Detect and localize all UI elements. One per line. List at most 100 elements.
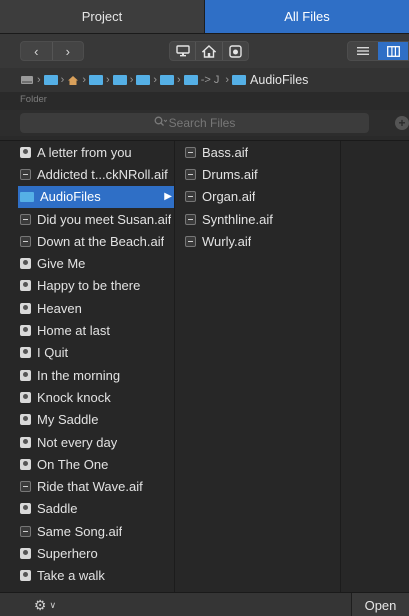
file-row[interactable]: Organ.aif [175, 186, 340, 208]
search-input[interactable]: Search Files [20, 113, 369, 133]
tab-bar: Project All Files [0, 0, 409, 34]
chevron-left-icon: ‹ [34, 43, 39, 59]
file-name-label: On The One [37, 456, 109, 472]
folder-icon [20, 191, 34, 202]
toolbar: ‹ › [0, 34, 409, 68]
search-icon [154, 116, 167, 130]
browser-column-1[interactable]: A letter from you Addicted t...ckNRoll.ai… [18, 141, 175, 593]
forward-button[interactable]: › [51, 42, 84, 60]
column-browser: A letter from you Addicted t...ckNRoll.ai… [0, 140, 409, 593]
project-file-icon [20, 547, 31, 559]
file-row[interactable]: Addicted t...ckNRoll.aif [18, 163, 174, 185]
path-item-folder[interactable] [89, 75, 104, 85]
file-row[interactable]: Heaven [18, 297, 174, 319]
path-current-label: AudioFiles [250, 73, 309, 87]
path-separator-icon: › [225, 74, 230, 86]
file-name-label: Addicted t...ckNRoll.aif [37, 166, 168, 182]
path-item-folder[interactable] [136, 75, 151, 85]
file-row[interactable]: Down at the Beach.aif [18, 230, 174, 252]
file-row[interactable]: Saddle [18, 498, 174, 520]
path-item-disk[interactable] [20, 74, 34, 86]
file-name-label: Synthline.aif [202, 211, 273, 227]
path-item-current[interactable]: AudioFiles [232, 73, 308, 87]
audio-file-icon [20, 213, 31, 225]
folder-icon [89, 75, 104, 85]
file-row[interactable]: Not every day [18, 431, 174, 453]
browser-column-2[interactable]: Bass.aif Drums.aif Organ.aif Synthline.aif W… [175, 141, 341, 593]
path-item-folder[interactable] [43, 75, 58, 85]
file-row[interactable]: Did you meet Susan.aif [18, 208, 174, 230]
path-item-home[interactable] [67, 75, 79, 86]
project-file-icon [20, 503, 31, 515]
disclosure-arrow-icon: ▶ [164, 190, 172, 202]
audio-file-icon [20, 168, 31, 180]
file-name-label: AudioFiles [40, 189, 101, 205]
action-menu-button[interactable]: ⚙ ∨ [28, 596, 62, 614]
file-row[interactable]: Ride that Wave.aif [18, 475, 174, 497]
open-button[interactable]: Open [351, 593, 409, 616]
file-row[interactable]: A letter from you [18, 141, 174, 163]
audio-file-icon [20, 235, 31, 247]
file-row[interactable]: Bass.aif [175, 141, 340, 163]
file-row[interactable]: Wurly.aif [175, 230, 340, 252]
file-row[interactable]: Knock knock [18, 386, 174, 408]
disk-icon [21, 76, 33, 84]
file-row[interactable]: Take a walk [18, 565, 174, 587]
file-name-label: Ride that Wave.aif [37, 479, 143, 495]
computer-button[interactable] [170, 42, 195, 60]
project-file-icon [20, 302, 31, 314]
file-row[interactable]: Superhero [18, 542, 174, 564]
folder-icon [232, 75, 247, 85]
project-file-icon [20, 391, 31, 403]
file-row[interactable]: In the morning [18, 364, 174, 386]
browser-column-3[interactable] [341, 141, 409, 593]
search-row: Search Files + [0, 110, 409, 136]
file-name-label: Same Song.aif [37, 523, 123, 539]
file-row[interactable]: Home at last [18, 319, 174, 341]
file-name-label: In the morning [37, 367, 121, 383]
column-view-icon [386, 45, 400, 57]
folder-icon [183, 75, 198, 85]
path-item-folder[interactable] [112, 75, 127, 85]
file-row[interactable]: Synthline.aif [175, 208, 340, 230]
file-name-label: Not every day [37, 434, 118, 450]
file-row[interactable]: Same Song.aif [18, 520, 174, 542]
file-name-label: Heaven [37, 300, 82, 316]
file-name-label: Give Me [37, 256, 86, 272]
file-row[interactable]: I Quit [18, 342, 174, 364]
home-button[interactable] [195, 42, 221, 60]
audio-file-icon [185, 168, 196, 180]
tab-all-files[interactable]: All Files [205, 0, 409, 33]
path-item-folder[interactable] [183, 75, 198, 85]
column-view-button[interactable] [378, 42, 408, 60]
file-name-label: Down at the Beach.aif [37, 233, 165, 249]
file-name-label: A letter from you [37, 144, 132, 160]
audio-file-icon [185, 235, 196, 247]
folder-row[interactable]: AudioFiles ▶ [18, 185, 174, 208]
bottom-bar: ⚙ ∨ Open [0, 592, 409, 616]
file-row[interactable]: Happy to be there [18, 275, 174, 297]
file-row[interactable]: Drums.aif [175, 163, 340, 185]
folder-icon [112, 75, 127, 85]
file-name-label: Bass.aif [202, 144, 249, 160]
project-file-icon [20, 570, 31, 582]
path-item-folder[interactable] [160, 75, 175, 85]
folder-kind-label: Folder [20, 94, 47, 105]
project-file-icon [20, 258, 31, 270]
file-row[interactable]: My Saddle [18, 409, 174, 431]
project-icon [229, 44, 242, 58]
file-row[interactable]: Give Me [18, 252, 174, 274]
project-folder-button[interactable] [221, 42, 248, 60]
list-view-button[interactable] [348, 42, 378, 60]
project-file-icon [20, 146, 31, 158]
file-name-label: Home at last [37, 323, 110, 339]
project-file-icon [20, 436, 31, 448]
project-file-icon [20, 347, 31, 359]
file-name-label: Saddle [37, 501, 78, 517]
add-icon[interactable]: + [395, 116, 409, 130]
audio-file-icon [20, 481, 31, 493]
back-button[interactable]: ‹ [21, 42, 52, 60]
list-view-icon [357, 47, 369, 55]
file-row[interactable]: On The One [18, 453, 174, 475]
tab-project[interactable]: Project [0, 0, 205, 33]
